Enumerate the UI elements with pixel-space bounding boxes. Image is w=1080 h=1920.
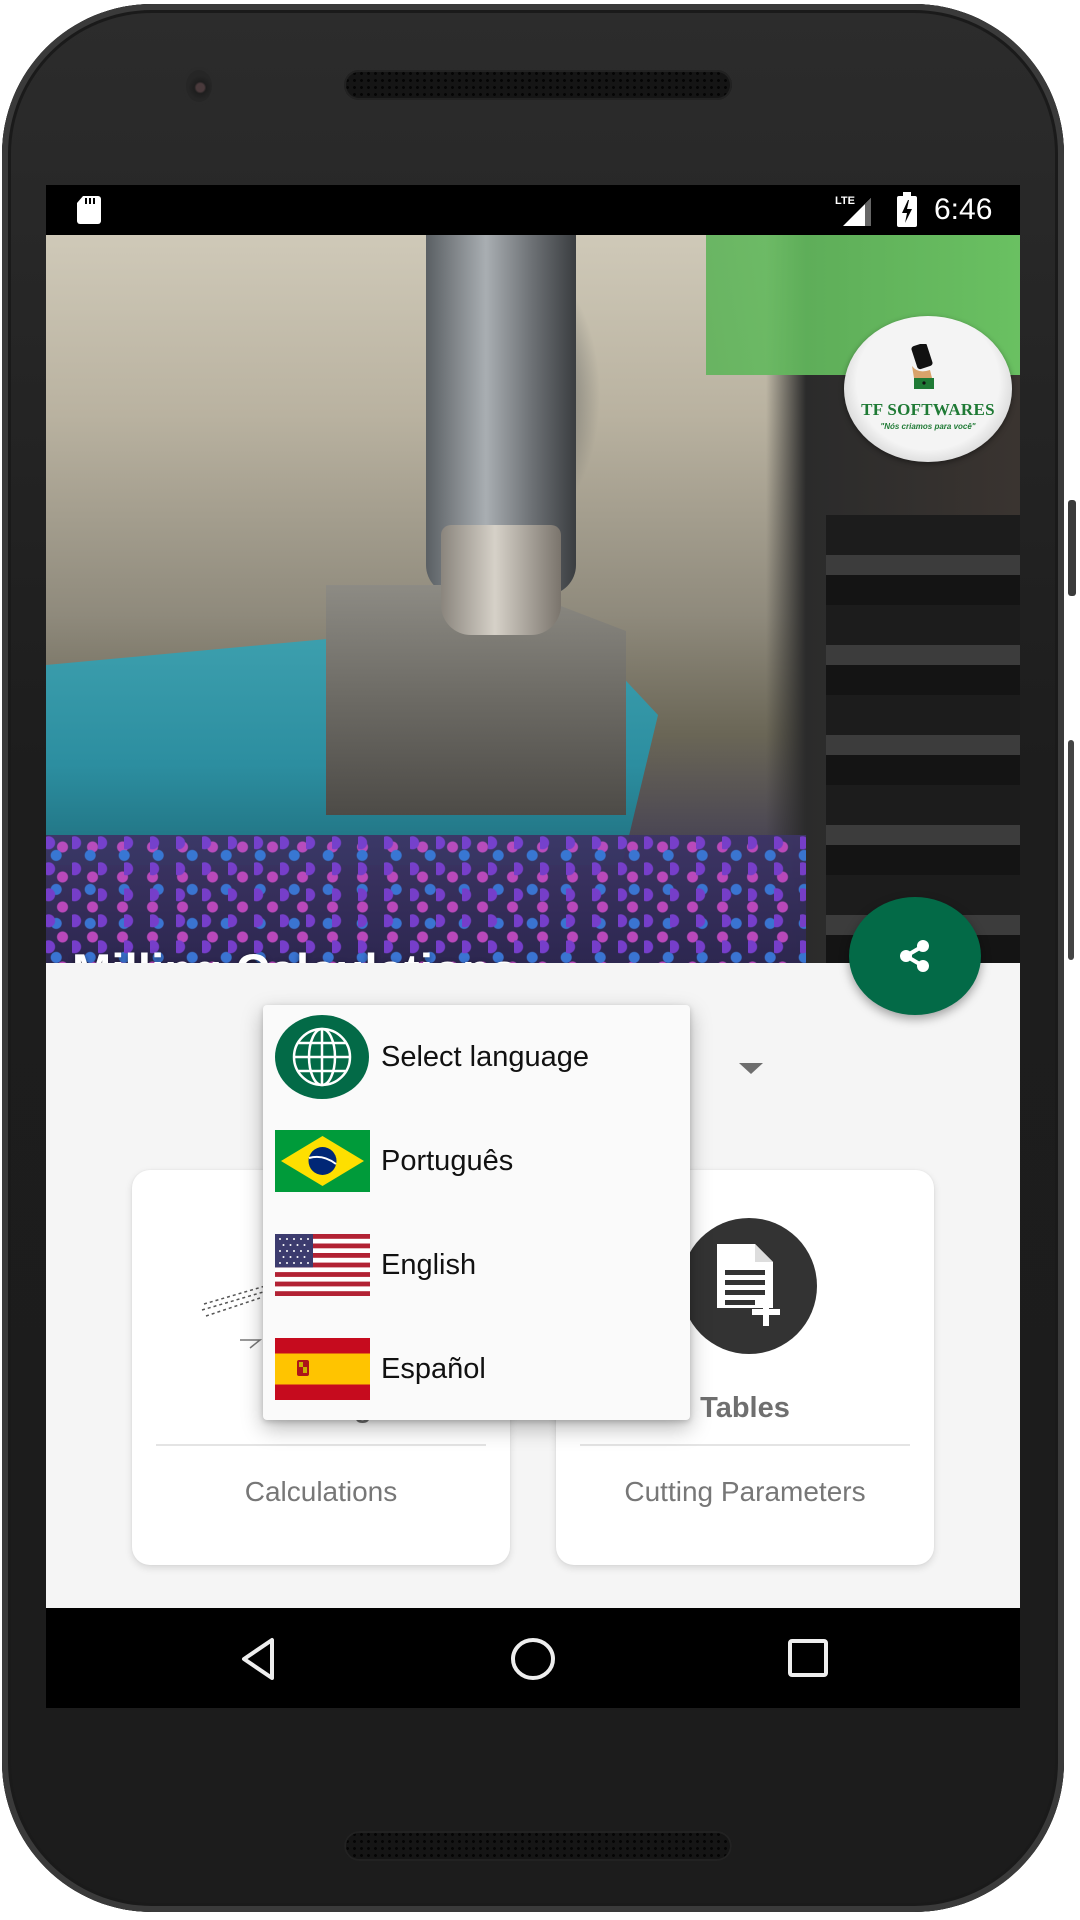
language-option-portuguese[interactable]: Português bbox=[263, 1109, 690, 1213]
document-add-glyph bbox=[717, 1244, 780, 1326]
nav-home-button[interactable] bbox=[503, 1632, 563, 1686]
app-screen: LTE 6:46 Milling Calculations TF SOFTW bbox=[46, 185, 1020, 1708]
logo-tagline: "Nós criamos para você" bbox=[880, 422, 976, 431]
back-icon bbox=[242, 1638, 274, 1680]
language-option-english[interactable]: English bbox=[263, 1213, 690, 1317]
globe-icon bbox=[275, 1015, 369, 1099]
language-option-label: Português bbox=[381, 1144, 514, 1177]
language-menu-title: Select language bbox=[381, 1040, 589, 1073]
card-divider bbox=[156, 1444, 486, 1446]
navigation-bar bbox=[46, 1608, 1020, 1708]
language-option-label: Español bbox=[381, 1352, 486, 1385]
bottom-speaker-grille bbox=[344, 1831, 732, 1861]
language-spinner-caret-icon[interactable] bbox=[739, 1063, 763, 1074]
lte-signal-icon: LTE bbox=[835, 195, 871, 226]
home-icon bbox=[511, 1638, 555, 1680]
nav-back-button[interactable] bbox=[228, 1632, 288, 1686]
battery-charging-icon bbox=[897, 192, 917, 227]
language-option-spanish[interactable]: Español bbox=[263, 1317, 690, 1421]
hero-cutter-shape bbox=[441, 525, 561, 635]
share-button[interactable] bbox=[849, 897, 981, 1015]
clock: 6:46 bbox=[934, 193, 993, 226]
card-subtitle: Calculations bbox=[244, 1476, 398, 1507]
volume-button bbox=[1068, 740, 1074, 960]
recents-icon bbox=[788, 1639, 828, 1677]
status-bar: LTE 6:46 bbox=[46, 185, 1020, 235]
language-dropdown-menu: Select language Português English Españo… bbox=[263, 1005, 690, 1420]
share-icon bbox=[900, 940, 929, 972]
card-divider bbox=[580, 1444, 910, 1446]
language-option-label: English bbox=[381, 1248, 477, 1281]
lte-label: LTE bbox=[835, 195, 855, 207]
nav-recents-button[interactable] bbox=[778, 1632, 838, 1686]
hero-image: Milling Calculations TF SOFTWARES "Nós c… bbox=[46, 235, 1020, 963]
page-title: Milling Calculations bbox=[72, 943, 517, 963]
hero-gear-shape bbox=[826, 515, 1020, 963]
card-subtitle: Cutting Parameters bbox=[624, 1476, 866, 1507]
document-add-icon bbox=[681, 1218, 817, 1354]
sd-card-icon bbox=[77, 196, 101, 224]
power-button bbox=[1068, 500, 1076, 596]
top-speaker-grille bbox=[344, 70, 732, 100]
brand-logo: TF SOFTWARES "Nós criamos para você" bbox=[844, 316, 1012, 462]
logo-brand-name: TF SOFTWARES bbox=[861, 400, 995, 419]
spain-flag-icon bbox=[275, 1338, 370, 1400]
brazil-flag-icon bbox=[275, 1130, 370, 1192]
usa-flag-icon bbox=[275, 1234, 370, 1296]
hand-phone-icon bbox=[911, 344, 934, 389]
front-camera bbox=[186, 70, 212, 102]
language-menu-header[interactable]: Select language bbox=[263, 1005, 690, 1109]
